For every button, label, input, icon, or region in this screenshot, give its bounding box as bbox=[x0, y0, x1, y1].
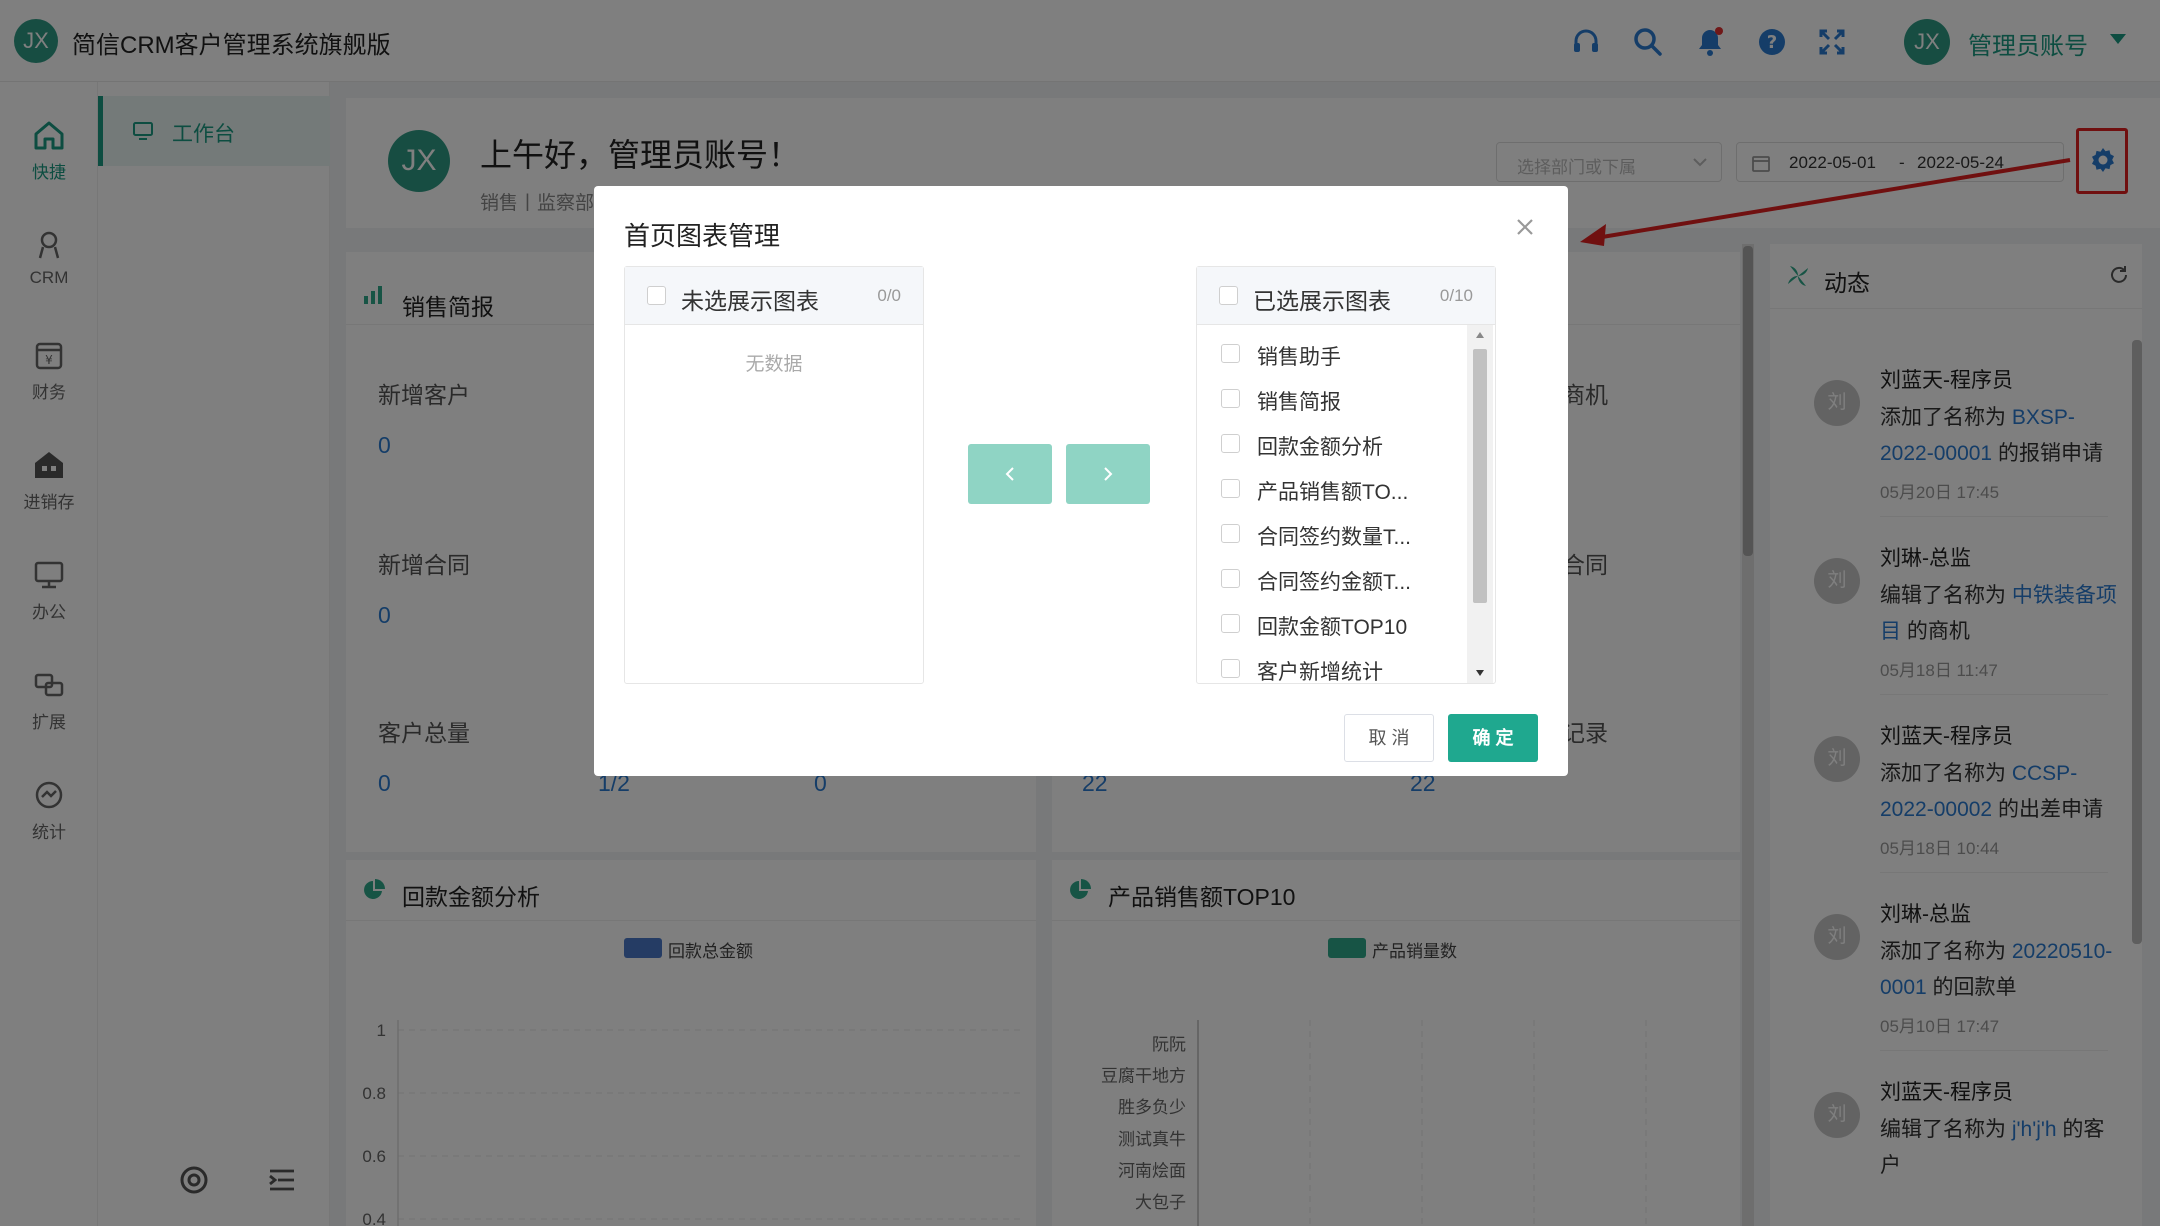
item-checkbox[interactable] bbox=[1221, 434, 1240, 453]
item-checkbox[interactable] bbox=[1221, 344, 1240, 363]
selected-chart-item[interactable]: 回款金额分析 bbox=[1197, 421, 1467, 466]
cancel-button[interactable]: 取 消 bbox=[1344, 714, 1434, 762]
scroll-thumb[interactable] bbox=[1473, 349, 1487, 603]
scroll-down-icon[interactable] bbox=[1475, 669, 1485, 677]
selected-chart-item[interactable]: 销售助手 bbox=[1197, 331, 1467, 376]
panel-count: 0/10 bbox=[1439, 286, 1473, 305]
scroll-up-icon[interactable] bbox=[1475, 331, 1485, 339]
item-label: 回款金额分析 bbox=[1257, 436, 1383, 459]
item-checkbox[interactable] bbox=[1221, 569, 1240, 588]
chevron-left-icon bbox=[1005, 467, 1014, 481]
item-label: 合同签约金额T... bbox=[1257, 571, 1412, 594]
selected-chart-item[interactable]: 产品销售额TO... bbox=[1197, 466, 1467, 511]
selected-list: 销售助手销售简报回款金额分析产品销售额TO... 合同签约数量T... 合同签约金额… bbox=[1197, 325, 1467, 683]
selected-chart-item[interactable]: 合同签约金额T... bbox=[1197, 556, 1467, 601]
dialog-title: 首页图表管理 bbox=[624, 221, 781, 251]
panel-title: 已选展示图表 bbox=[1253, 288, 1391, 314]
selected-chart-item[interactable]: 回款金额TOP10 bbox=[1197, 601, 1467, 646]
select-all-checkbox[interactable] bbox=[647, 286, 666, 305]
move-left-button[interactable] bbox=[968, 444, 1052, 504]
select-all-checkbox[interactable] bbox=[1219, 286, 1238, 305]
item-label: 回款金额TOP10 bbox=[1257, 616, 1408, 639]
item-label: 销售简报 bbox=[1257, 391, 1341, 414]
item-label: 产品销售额TO... bbox=[1257, 481, 1409, 504]
close-icon[interactable] bbox=[1510, 212, 1540, 242]
item-checkbox[interactable] bbox=[1221, 659, 1240, 678]
chart-management-dialog: 首页图表管理 未选展示图表 0/0 无数据 已选展示图表 0/10 销售助手 销售… bbox=[594, 186, 1568, 776]
move-right-button[interactable] bbox=[1066, 444, 1150, 504]
panel-title: 未选展示图表 bbox=[681, 288, 819, 314]
selected-charts-panel: 已选展示图表 0/10 销售助手销售简报回款金额分析产品销售额TO... 合同签约… bbox=[1196, 266, 1496, 684]
item-label: 客户新增统计 bbox=[1257, 661, 1383, 683]
confirm-button[interactable]: 确 定 bbox=[1448, 714, 1538, 762]
selected-chart-item[interactable]: 合同签约数量T... bbox=[1197, 511, 1467, 556]
empty-text: 无数据 bbox=[745, 354, 803, 375]
panel-header: 未选展示图表 0/0 bbox=[625, 267, 923, 325]
chevron-right-icon bbox=[1104, 467, 1113, 481]
item-checkbox[interactable] bbox=[1221, 614, 1240, 633]
selected-chart-item[interactable]: 客户新增统计 bbox=[1197, 646, 1467, 683]
list-scrollbar[interactable] bbox=[1467, 325, 1493, 683]
selected-chart-item[interactable]: 销售简报 bbox=[1197, 376, 1467, 421]
unselected-charts-panel: 未选展示图表 0/0 无数据 bbox=[624, 266, 924, 684]
item-label: 合同签约数量T... bbox=[1257, 526, 1412, 549]
item-checkbox[interactable] bbox=[1221, 479, 1240, 498]
panel-count: 0/0 bbox=[877, 286, 901, 305]
panel-header: 已选展示图表 0/10 bbox=[1197, 267, 1495, 325]
item-checkbox[interactable] bbox=[1221, 524, 1240, 543]
item-checkbox[interactable] bbox=[1221, 389, 1240, 408]
item-label: 销售助手 bbox=[1257, 346, 1341, 369]
